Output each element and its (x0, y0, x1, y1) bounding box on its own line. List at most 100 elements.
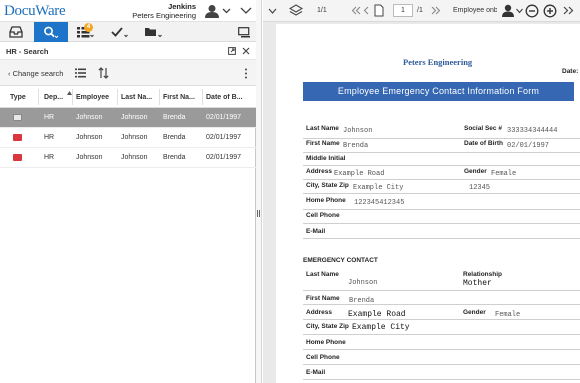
tray-button[interactable] (0, 22, 34, 42)
form-row: City, State Zip Example City 12345 (303, 180, 580, 194)
field-value: Johnson (343, 127, 373, 135)
column-divider (72, 89, 73, 105)
table-row[interactable]: HR Johnson Johnson Brenda 02/01/1997 (0, 148, 256, 168)
cell-employee: Johnson (76, 134, 103, 141)
column-divider (159, 89, 160, 105)
form-row: E-Mail (303, 365, 580, 380)
field-value: Example City (353, 184, 404, 192)
change-search-link[interactable]: ‹ Change search (8, 69, 63, 78)
approvals-button[interactable] (102, 22, 136, 42)
list-view-icon[interactable] (75, 68, 86, 78)
cell-department: HR (44, 114, 55, 121)
sort-icon[interactable] (98, 67, 109, 79)
cell-first-name: Brenda (163, 134, 186, 141)
field-label: Date of Birth (464, 140, 503, 147)
form-row: Cell Phone (303, 210, 580, 224)
popout-icon[interactable] (228, 47, 236, 55)
viewer-toolbar: 1/1 1 /1 Employee onb (263, 0, 580, 22)
app-header: DocuWare Jenkins Peters Engineering (0, 0, 256, 22)
user-info: Jenkins Peters Engineering (120, 2, 196, 20)
cell-last-name: Johnson (121, 114, 148, 121)
checkmark-icon (111, 27, 128, 38)
column-divider (38, 89, 39, 105)
folders-button[interactable] (136, 22, 170, 42)
search-panel-header: HR - Search (0, 42, 256, 60)
page-number-input[interactable]: 1 (393, 4, 413, 17)
monitor-icon[interactable] (238, 27, 251, 38)
form-row: Last Name Johnson Relationship Mother (303, 269, 580, 291)
field-label: Cell Phone (306, 212, 340, 219)
field-label: E-Mail (306, 369, 326, 376)
user-stamp-icon[interactable] (501, 4, 515, 18)
result-grid-header: Type Dep... Employee Last Na... First Na… (0, 86, 256, 108)
zoom-in-icon[interactable] (543, 4, 557, 18)
field-value: Example City (352, 323, 410, 332)
user-avatar-icon[interactable] (204, 4, 220, 18)
form-row: First Name Brenda (303, 291, 580, 305)
field-label: Address (306, 168, 333, 175)
folder-icon (145, 28, 162, 38)
cell-date-of-birth: 02/01/1997 (206, 114, 242, 121)
column-divider (117, 89, 118, 105)
form-row: Home Phone 122345412345 (303, 194, 580, 210)
tasks-list-button[interactable]: 4 (68, 22, 102, 42)
docuware-logo: DocuWare (4, 3, 66, 19)
pdf-file-icon (13, 154, 22, 161)
previous-page-icon[interactable] (363, 6, 369, 15)
col-header-employee[interactable]: Employee (76, 94, 116, 101)
field-value: Mother (463, 279, 492, 288)
chevron-down-icon[interactable] (516, 8, 523, 14)
layers-icon[interactable] (289, 4, 303, 18)
field-value: Female (491, 170, 517, 178)
chevron-down-icon[interactable] (268, 7, 277, 15)
col-header-first-name[interactable]: First Na... (163, 94, 203, 101)
field-value: 333334344444 (507, 127, 558, 135)
collapse-chevron-icon[interactable] (240, 6, 252, 15)
double-chevron-right-icon[interactable] (563, 6, 574, 15)
field-value: Example Road (334, 170, 385, 178)
page-total: /1 (417, 7, 423, 14)
last-page-icon[interactable] (431, 6, 441, 15)
cell-last-name: Johnson (121, 134, 148, 141)
field-label: Address (306, 309, 333, 316)
field-label: E-Mail (306, 228, 326, 235)
user-organization: Peters Engineering (132, 11, 196, 20)
table-row[interactable]: HR Johnson Johnson Brenda 02/01/1997 (0, 128, 256, 148)
form-row: Home Phone (303, 335, 580, 350)
cell-first-name: Brenda (163, 114, 186, 121)
field-label: First Name (306, 295, 340, 302)
close-icon[interactable] (242, 47, 250, 55)
field-label: Social Sec # (464, 125, 502, 132)
user-menu-chevron-icon[interactable] (222, 6, 231, 15)
document-company: Peters Engineering (403, 57, 473, 67)
document-page: Peters Engineering Date: Employee Emerge… (276, 24, 580, 383)
search-button[interactable] (34, 22, 68, 42)
panel-splitter[interactable] (256, 0, 262, 383)
field-label: Home Phone (306, 197, 346, 204)
field-value: Example Road (348, 310, 406, 319)
col-header-date-of-birth[interactable]: Date of B... (206, 94, 250, 101)
user-name: Jenkins (168, 2, 196, 11)
table-row[interactable]: HR Johnson Johnson Brenda 02/01/1997 (0, 108, 256, 128)
form-row: Address Example Road Gender Female (303, 166, 580, 180)
col-header-type[interactable]: Type (10, 94, 34, 101)
page-icon[interactable] (374, 4, 384, 17)
field-value: Female (495, 311, 521, 319)
field-label: Relationship (463, 271, 503, 278)
col-header-last-name[interactable]: Last Na... (121, 94, 159, 101)
form-row: Cell Phone (303, 350, 580, 365)
cell-date-of-birth: 02/01/1997 (206, 154, 242, 161)
main-toolbar: 4 (0, 22, 256, 42)
field-label: City, State Zip (306, 182, 349, 189)
document-name: Employee onb (453, 7, 497, 14)
field-label: Home Phone (306, 339, 346, 346)
change-search-label: Change search (12, 69, 64, 78)
first-page-icon[interactable] (351, 6, 361, 15)
field-label: First Name (306, 140, 340, 147)
col-header-department[interactable]: Dep... (44, 94, 70, 101)
cell-last-name: Johnson (121, 154, 148, 161)
more-options-icon[interactable] (244, 68, 248, 79)
zoom-out-icon[interactable] (525, 4, 539, 18)
splitter-grip-icon (257, 210, 260, 217)
field-value: Brenda (343, 142, 369, 150)
